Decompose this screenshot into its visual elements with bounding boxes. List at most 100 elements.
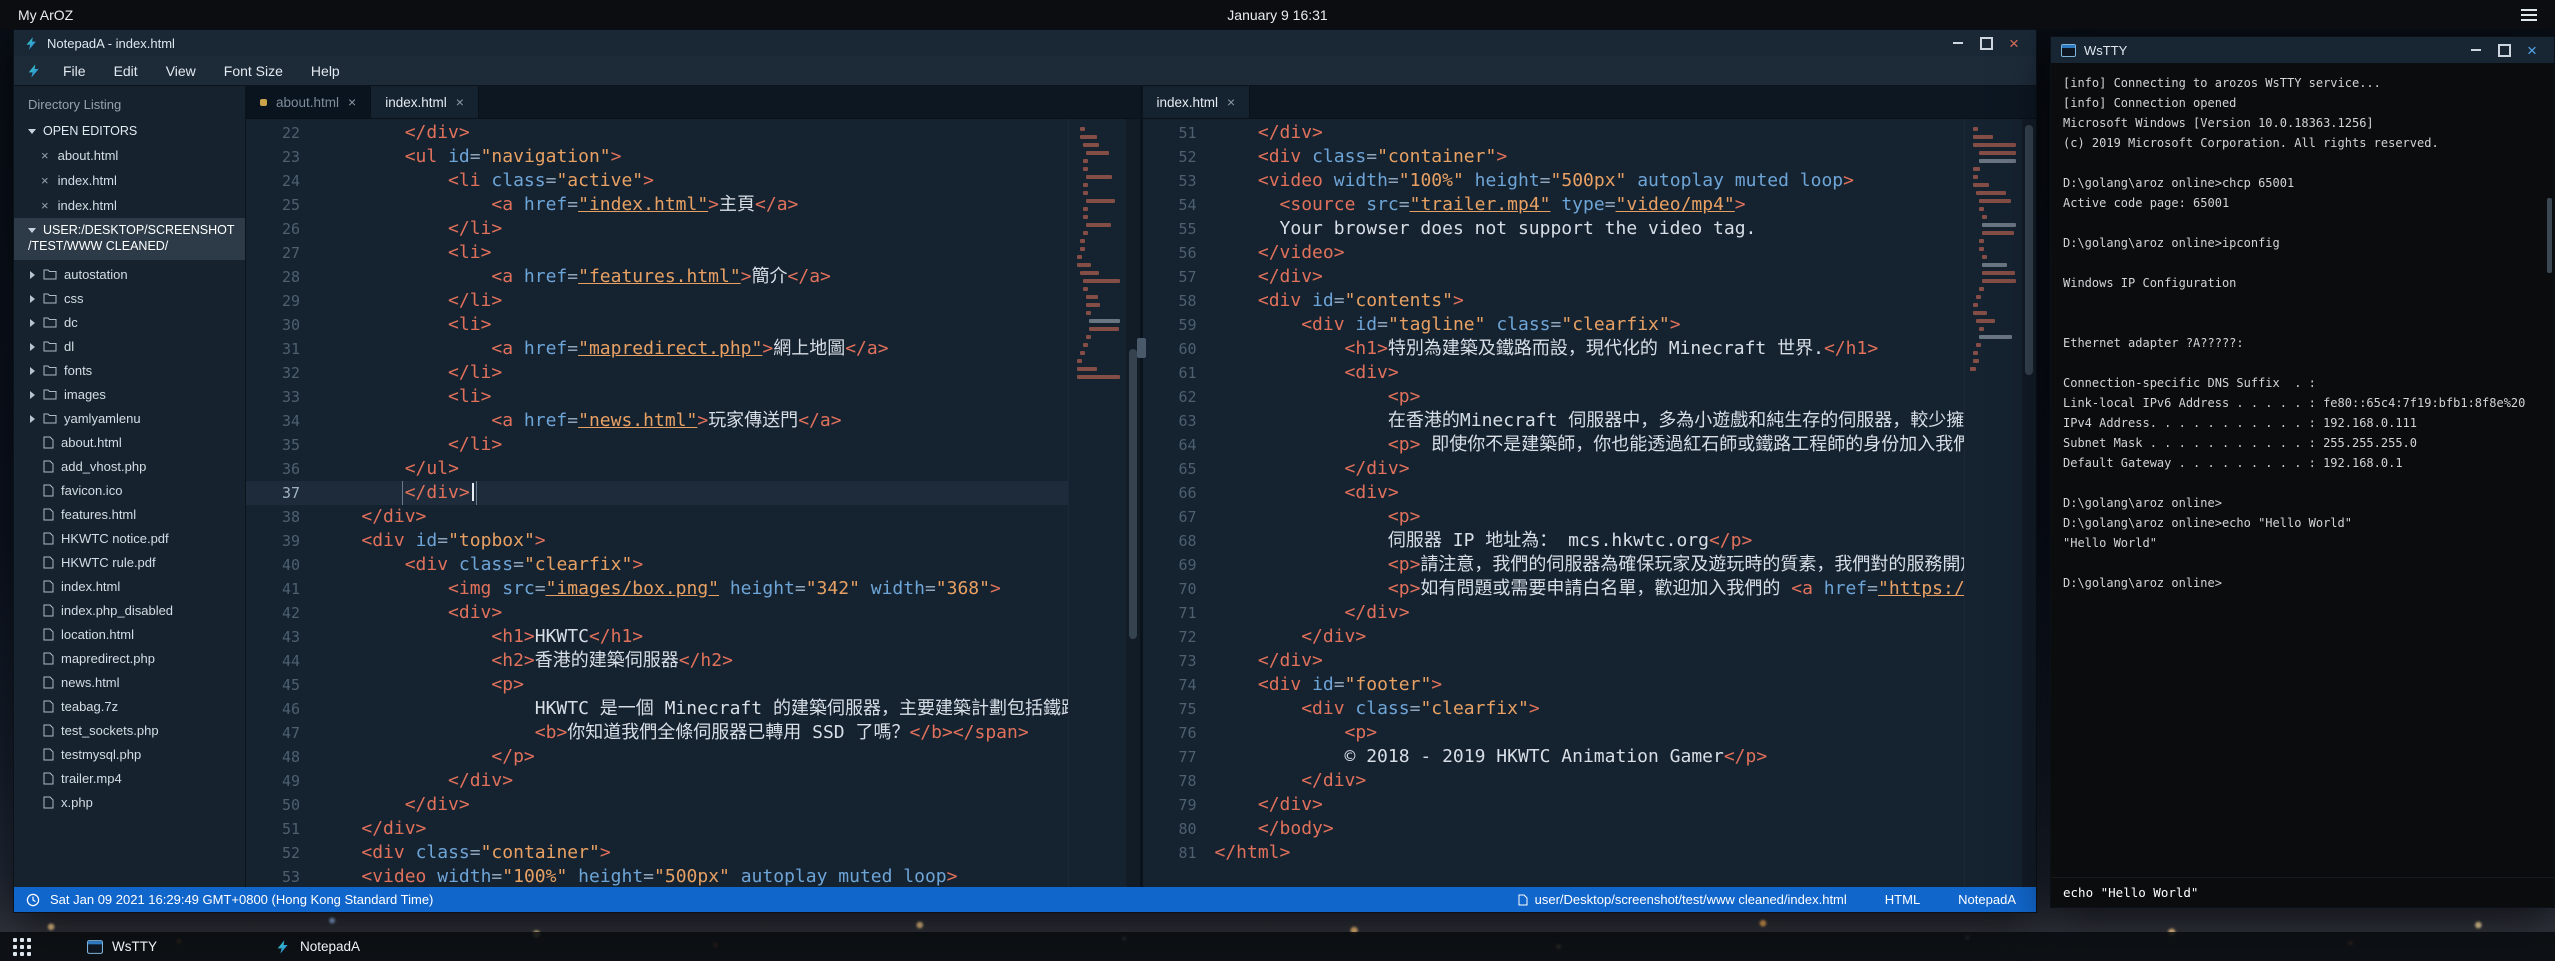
code-line[interactable]: 43 <h1>HKWTC</h1> [246,625,1068,649]
open-editor-item[interactable]: ×index.html [14,168,245,193]
code-line[interactable]: 49 </div> [246,769,1068,793]
app-launcher-icon[interactable] [13,938,31,956]
taskbar-item-notepada[interactable]: NotepadA [275,939,360,955]
code-line[interactable]: 57 </div> [1143,265,1965,289]
sidebar-folder[interactable]: autostation [14,263,245,287]
scrollbar-thumb[interactable] [1129,349,1137,639]
pane2-scrollbar[interactable] [2022,119,2036,887]
code-line[interactable]: 51 </div> [246,817,1068,841]
code-line[interactable]: 39 <div id="topbox"> [246,529,1068,553]
code-line[interactable]: 44 <h2>香港的建築伺服器</h2> [246,649,1068,673]
sidebar-file[interactable]: news.html [14,671,245,695]
menu-font-size[interactable]: Font Size [211,59,296,83]
code-line[interactable]: 77 © 2018 - 2019 HKWTC Animation Gamer</… [1143,745,1965,769]
terminal-output[interactable]: [info] Connecting to arozos WsTTY servic… [2051,63,2554,877]
code-line[interactable]: 69 <p>請注意，我們的伺服器為確保玩家及遊玩時的質素，我們對的服務開放白名單… [1143,553,1965,577]
code-line[interactable]: 33 <li> [246,385,1068,409]
code-line[interactable]: 78 </div> [1143,769,1965,793]
code-line[interactable]: 29 </li> [246,289,1068,313]
code-line[interactable]: 73 </div> [1143,649,1965,673]
pane2-rows[interactable]: 51 </div>52 <div class="container">53 <v… [1143,119,1965,887]
sidebar-file[interactable]: add_vhost.php [14,455,245,479]
maximize-icon[interactable] [1974,33,1998,53]
sidebar-file[interactable]: features.html [14,503,245,527]
code-line[interactable]: 81</html> [1143,841,1965,865]
code-line[interactable]: 47 <b>你知道我們全條伺服器已轉用 SSD 了嗎？</b></span> [246,721,1068,745]
code-line[interactable]: 60 <h1>特別為建築及鐵路而設，現代化的 Minecraft 世界.</h1… [1143,337,1965,361]
pane1-rows[interactable]: 22 </div>23 <ul id="navigation">24 <li c… [246,119,1068,887]
code-line[interactable]: 23 <ul id="navigation"> [246,145,1068,169]
code-line[interactable]: 41 <img src="images/box.png" height="342… [246,577,1068,601]
sidebar-folder[interactable]: dc [14,311,245,335]
code-line[interactable]: 27 <li> [246,241,1068,265]
code-line[interactable]: 61 <div> [1143,361,1965,385]
code-line[interactable]: 59 <div id="tagline" class="clearfix"> [1143,313,1965,337]
tab-index.html[interactable]: index.html× [371,86,479,118]
taskbar-item-wstty[interactable]: WsTTY [87,939,157,954]
open-editor-item[interactable]: ×about.html [14,143,245,168]
sidebar-folder[interactable]: css [14,287,245,311]
code-line[interactable]: 80 </body> [1143,817,1965,841]
code-line[interactable]: 62 <p> [1143,385,1965,409]
code-line[interactable]: 63 在香港的Minecraft 伺服器中，多為小遊戲和純生存的伺服器，較少擁有… [1143,409,1965,433]
sidebar-file[interactable]: HKWTC notice.pdf [14,527,245,551]
code-line[interactable]: 52 <div class="container"> [246,841,1068,865]
close-tab-icon[interactable]: × [1227,94,1235,110]
code-line[interactable]: 51 </div> [1143,121,1965,145]
expand-arrow-icon[interactable] [30,295,35,303]
code-line[interactable]: 24 <li class="active"> [246,169,1068,193]
terminal-scrollbar-thumb[interactable] [2547,198,2552,273]
expand-arrow-icon[interactable] [30,367,35,375]
wstty-titlebar[interactable]: WsTTY [2051,37,2554,63]
sidebar-file[interactable]: about.html [14,431,245,455]
code-line[interactable]: 70 <p>如有問題或需要申請白名單，歡迎加入我們的 <a href="http… [1143,577,1965,601]
split-divider[interactable] [1140,86,1143,887]
sidebar-folder[interactable]: dl [14,335,245,359]
sidebar-file[interactable]: index.html [14,575,245,599]
menu-file[interactable]: File [50,59,99,83]
tab-index.html[interactable]: index.html× [1143,86,1251,118]
code-line[interactable]: 30 <li> [246,313,1068,337]
code-line[interactable]: 65 </div> [1143,457,1965,481]
code-line[interactable]: 26 </li> [246,217,1068,241]
menu-help[interactable]: Help [298,59,353,83]
code-line[interactable]: 31 <a href="mapredirect.php">網上地圖</a> [246,337,1068,361]
pane2-minimap[interactable] [1964,119,2022,887]
code-line[interactable]: 50 </div> [246,793,1068,817]
code-line[interactable]: 45 <p> [246,673,1068,697]
expand-arrow-icon[interactable] [30,415,35,423]
sidebar-file[interactable]: testmysql.php [14,743,245,767]
code-line[interactable]: 67 <p> [1143,505,1965,529]
expand-arrow-icon[interactable] [30,391,35,399]
expand-arrow-icon[interactable] [30,271,35,279]
code-line[interactable]: 52 <div class="container"> [1143,145,1965,169]
code-line[interactable]: 53 <video width="100%" height="500px" au… [246,865,1068,887]
maximize-icon[interactable] [2492,40,2516,60]
hamburger-menu-icon[interactable] [2521,9,2537,21]
code-line[interactable]: 53 <video width="100%" height="500px" au… [1143,169,1965,193]
close-file-icon[interactable]: × [41,173,49,188]
close-file-icon[interactable]: × [41,198,49,213]
code-line[interactable]: 35 </li> [246,433,1068,457]
code-line[interactable]: 38 </div> [246,505,1068,529]
tab-about.html[interactable]: about.html× [246,86,371,118]
sidebar-file[interactable]: index.php_disabled [14,599,245,623]
code-line[interactable]: 75 <div class="clearfix"> [1143,697,1965,721]
notepad-titlebar[interactable]: NotepadA - index.html [14,30,2036,56]
open-editors-section[interactable]: OPEN EDITORS [14,119,245,143]
code-line[interactable]: 79 </div> [1143,793,1965,817]
code-line[interactable]: 54 <source src="trailer.mp4" type="video… [1143,193,1965,217]
close-icon[interactable] [2520,40,2544,60]
statusbar-language-mode[interactable]: HTML [1885,892,1920,907]
code-line[interactable]: 56 </video> [1143,241,1965,265]
sidebar-file[interactable]: mapredirect.php [14,647,245,671]
terminal-input[interactable]: echo "Hello World" [2051,877,2554,907]
code-line[interactable]: 32 </li> [246,361,1068,385]
close-icon[interactable] [2002,33,2026,53]
scrollbar-thumb[interactable] [2025,125,2033,375]
code-line[interactable]: 58 <div id="contents"> [1143,289,1965,313]
pane1-scrollbar[interactable] [1126,119,1140,887]
minimize-icon[interactable] [1946,33,1970,53]
code-line[interactable]: 55 Your browser does not support the vid… [1143,217,1965,241]
code-line[interactable]: 64 <p> 即使你不是建築師，你也能透過紅石師或鐵路工程師的身份加入我們的伺服… [1143,433,1965,457]
